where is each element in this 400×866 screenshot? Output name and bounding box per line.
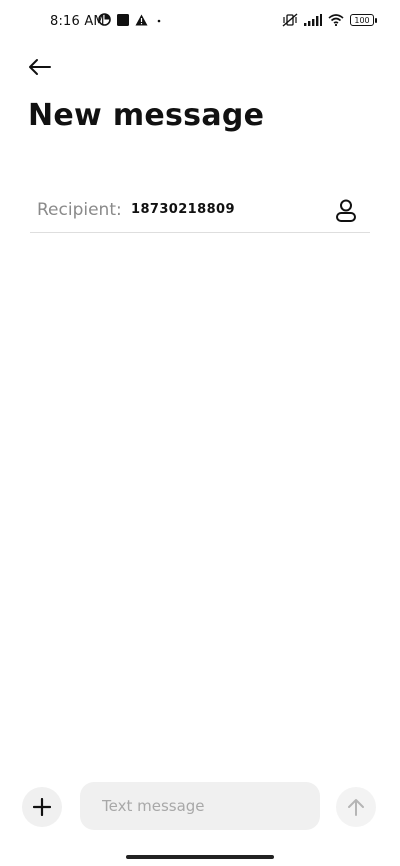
recipient-label: Recipient: xyxy=(37,200,122,220)
add-attachment-button[interactable] xyxy=(22,787,62,827)
send-button[interactable] xyxy=(336,787,376,827)
message-input[interactable] xyxy=(80,782,320,830)
recipient-row[interactable]: Recipient: 18730218809 xyxy=(30,190,370,233)
plus-icon xyxy=(33,798,51,816)
stop-square-icon xyxy=(117,13,129,26)
dot-icon xyxy=(157,19,161,22)
warning-icon xyxy=(135,14,148,25)
composer-bar xyxy=(0,780,400,834)
vibrate-off-icon xyxy=(282,13,298,27)
recipient-input[interactable]: 18730218809 xyxy=(131,202,235,217)
contact-picker-button[interactable] xyxy=(334,198,358,224)
home-indicator xyxy=(126,855,274,859)
data-saver-icon xyxy=(98,13,111,26)
back-button[interactable] xyxy=(26,53,54,81)
wifi-icon xyxy=(328,14,344,26)
status-time: 8:16 AM xyxy=(50,14,105,29)
status-bar: 8:16 AM 100 xyxy=(0,0,400,44)
status-icons-right: 100 xyxy=(282,13,377,27)
back-arrow-icon xyxy=(29,59,51,75)
battery-icon: 100 xyxy=(350,14,377,26)
battery-level: 100 xyxy=(354,16,370,25)
page-title: New message xyxy=(28,98,265,133)
status-icons-left xyxy=(98,13,164,26)
signal-icon xyxy=(304,14,322,26)
contact-person-icon xyxy=(336,199,356,222)
send-arrow-up-icon xyxy=(348,799,364,816)
